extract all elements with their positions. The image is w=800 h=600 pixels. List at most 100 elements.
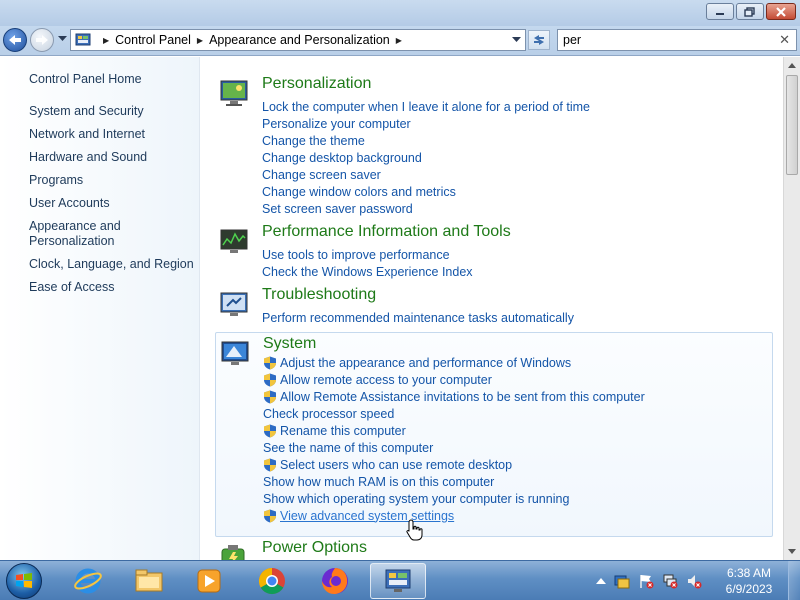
link-see-computer-name[interactable]: See the name of this computer xyxy=(263,439,645,456)
link-set-screen-saver-password[interactable]: Set screen saver password xyxy=(262,200,590,217)
media-player-icon xyxy=(197,569,221,593)
troubleshooting-icon xyxy=(220,292,248,316)
breadcrumb-separator-icon[interactable]: ▶ xyxy=(197,36,203,45)
breadcrumb-appearance[interactable]: Appearance and Personalization xyxy=(209,33,390,47)
control-panel-home-link[interactable]: Control Panel Home xyxy=(29,72,142,86)
nav-ease-of-access[interactable]: Ease of Access xyxy=(29,280,194,295)
link-view-advanced-system-settings[interactable]: View advanced system settings xyxy=(263,507,645,524)
scroll-down-button[interactable] xyxy=(784,543,800,560)
clear-search-icon[interactable]: ✕ xyxy=(779,32,790,48)
back-button[interactable] xyxy=(3,28,27,52)
taskbar-firefox[interactable] xyxy=(310,563,360,599)
nav-clock-language-region[interactable]: Clock, Language, and Region xyxy=(29,257,194,272)
uac-shield-icon xyxy=(264,509,276,522)
address-dropdown-icon[interactable] xyxy=(512,37,521,43)
action-center-flag-icon[interactable] xyxy=(638,573,654,589)
restore-button[interactable] xyxy=(736,3,764,20)
control-panel-icon xyxy=(75,33,91,46)
forward-button[interactable] xyxy=(30,28,54,52)
link-change-theme[interactable]: Change the theme xyxy=(262,132,590,149)
arrow-right-icon xyxy=(36,35,48,45)
link-use-tools-improve-performance[interactable]: Use tools to improve performance xyxy=(262,246,473,263)
section-title[interactable]: Troubleshooting xyxy=(262,286,376,304)
scrollbar-thumb[interactable] xyxy=(786,75,798,175)
taskbar-clock[interactable]: 6:38 AM 6/9/2023 xyxy=(718,565,780,597)
link-change-window-colors[interactable]: Change window colors and metrics xyxy=(262,183,590,200)
chevron-up-icon xyxy=(788,63,796,68)
nav-system-and-security[interactable]: System and Security xyxy=(29,104,194,119)
language-keyboard-icon[interactable] xyxy=(614,573,630,589)
taskbar-windows-explorer[interactable] xyxy=(124,563,174,599)
section-personalization: Personalization Lock the computer when I… xyxy=(215,75,773,220)
close-button[interactable] xyxy=(766,3,796,20)
link-label: View advanced system settings xyxy=(280,508,455,523)
taskbar: 6:38 AM 6/9/2023 xyxy=(0,560,800,600)
section-links: Perform recommended maintenance tasks au… xyxy=(262,309,574,326)
uac-shield-icon xyxy=(264,373,276,386)
link-change-screen-saver[interactable]: Change screen saver xyxy=(262,166,590,183)
link-personalize-computer[interactable]: Personalize your computer xyxy=(262,115,590,132)
section-links: Use tools to improve performance Check t… xyxy=(262,246,473,280)
start-button[interactable] xyxy=(6,563,42,599)
link-adjust-appearance-performance[interactable]: Adjust the appearance and performance of… xyxy=(263,354,645,371)
nav-network-and-internet[interactable]: Network and Internet xyxy=(29,127,194,142)
link-allow-remote-assistance[interactable]: Allow Remote Assistance invitations to b… xyxy=(263,388,645,405)
restore-icon xyxy=(744,6,755,17)
uac-shield-icon xyxy=(264,356,276,369)
section-title[interactable]: Personalization xyxy=(262,75,371,93)
close-icon xyxy=(776,6,786,17)
breadcrumb-separator-icon[interactable]: ▶ xyxy=(103,36,109,45)
section-performance: Performance Information and Tools Use to… xyxy=(215,223,773,281)
taskbar-chrome[interactable] xyxy=(247,563,297,599)
link-allow-remote-access[interactable]: Allow remote access to your computer xyxy=(263,371,645,388)
section-title[interactable]: System xyxy=(263,335,316,353)
clock-time: 6:38 AM xyxy=(726,566,772,580)
uac-shield-icon xyxy=(264,424,276,437)
search-box[interactable]: ✕ xyxy=(557,29,797,51)
section-power-options: Power Options xyxy=(215,539,773,560)
search-input[interactable] xyxy=(558,30,768,50)
address-box[interactable]: ▶ Control Panel ▶ Appearance and Persona… xyxy=(70,29,526,51)
refresh-icon xyxy=(534,35,544,45)
link-perform-maintenance[interactable]: Perform recommended maintenance tasks au… xyxy=(262,309,574,326)
link-label: Adjust the appearance and performance of… xyxy=(280,355,572,370)
network-icon[interactable] xyxy=(662,573,678,589)
nav-appearance-and-personalization[interactable]: Appearance and Personalization xyxy=(29,219,194,249)
recent-pages-dropdown-icon[interactable] xyxy=(58,36,67,42)
breadcrumb-control-panel[interactable]: Control Panel xyxy=(115,33,191,47)
taskbar-media-player[interactable] xyxy=(184,563,234,599)
breadcrumb-separator-icon[interactable]: ▶ xyxy=(396,36,402,45)
minimize-button[interactable] xyxy=(706,3,734,20)
section-title[interactable]: Power Options xyxy=(262,539,367,557)
scroll-up-button[interactable] xyxy=(784,57,800,74)
link-show-ram[interactable]: Show how much RAM is on this computer xyxy=(263,473,645,490)
volume-icon[interactable] xyxy=(686,573,702,589)
link-rename-computer[interactable]: Rename this computer xyxy=(263,422,645,439)
link-check-processor-speed[interactable]: Check processor speed xyxy=(263,405,645,422)
taskbar-control-panel[interactable] xyxy=(370,563,426,599)
link-change-desktop-background[interactable]: Change desktop background xyxy=(262,149,590,166)
left-navigation-pane: Control Panel Home System and Security N… xyxy=(0,57,200,560)
link-check-experience-index[interactable]: Check the Windows Experience Index xyxy=(262,263,473,280)
category-list: System and Security Network and Internet… xyxy=(29,104,194,303)
link-show-operating-system[interactable]: Show which operating system your compute… xyxy=(263,490,645,507)
taskbar-internet-explorer[interactable] xyxy=(63,563,113,599)
section-system: System Adjust the appearance and perform… xyxy=(215,332,773,537)
nav-user-accounts[interactable]: User Accounts xyxy=(29,196,194,211)
show-hidden-icons-icon[interactable] xyxy=(596,577,606,585)
link-select-remote-desktop-users[interactable]: Select users who can use remote desktop xyxy=(263,456,645,473)
firefox-icon xyxy=(322,568,348,594)
vertical-scrollbar[interactable] xyxy=(783,57,800,560)
hand-cursor-icon xyxy=(406,519,423,541)
section-title[interactable]: Performance Information and Tools xyxy=(262,223,511,241)
show-desktop-button[interactable] xyxy=(788,561,800,600)
nav-programs[interactable]: Programs xyxy=(29,173,194,188)
nav-hardware-and-sound[interactable]: Hardware and Sound xyxy=(29,150,194,165)
section-links: Adjust the appearance and performance of… xyxy=(263,354,645,524)
personalization-icon xyxy=(220,80,248,106)
chevron-down-icon xyxy=(788,549,796,554)
clock-date: 6/9/2023 xyxy=(725,582,773,596)
link-lock-computer[interactable]: Lock the computer when I leave it alone … xyxy=(262,98,590,115)
refresh-button[interactable] xyxy=(528,30,550,50)
address-toolbar: ▶ Control Panel ▶ Appearance and Persona… xyxy=(0,26,800,56)
